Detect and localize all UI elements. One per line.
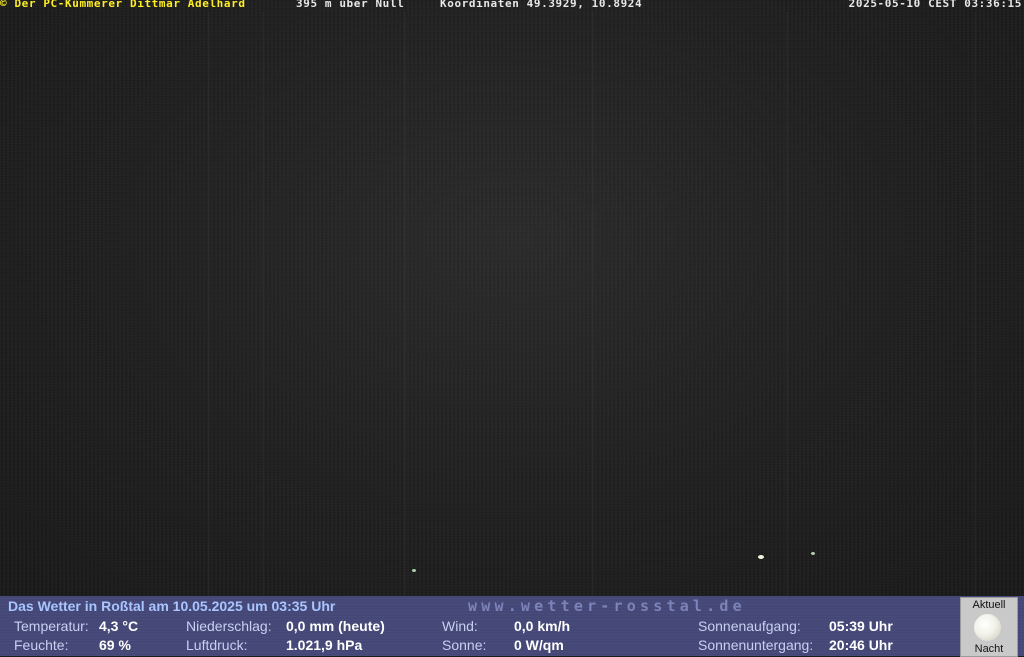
light-spot (811, 552, 815, 555)
noise-stripe (974, 12, 976, 596)
coordinates-text: Koordinaten 49.3929, 10.8924 (440, 0, 643, 10)
light-spot (412, 569, 416, 572)
pressure-label: Luftdruck: (186, 637, 248, 653)
altitude-text: 395 m über Null (296, 0, 405, 10)
moon-icon (974, 614, 1001, 641)
webcam-image (0, 0, 1024, 596)
sunset-value: 20:46 Uhr (829, 637, 893, 653)
sun-value: 0 W/qm (514, 637, 564, 653)
precipitation-label: Niederschlag: (186, 618, 272, 634)
sun-label: Sonne: (442, 637, 487, 653)
precipitation-value: 0,0 mm (heute) (286, 618, 385, 634)
timestamp-text: 2025-05-10 CEST 03:36:15 (848, 0, 1022, 10)
temperature-label: Temperatur: (14, 618, 89, 634)
copyright-text: © Der PC-Kümmerer Dittmar Adelhard (0, 0, 246, 10)
moon-phase-box: Aktuell Nacht (960, 597, 1018, 657)
moon-top-label: Aktuell (972, 599, 1006, 611)
sunset-label: Sonnenuntergang: (698, 637, 814, 653)
website-url[interactable]: www.wetter-rosstal.de (468, 597, 746, 615)
weather-bar: Das Wetter in Roßtal am 10.05.2025 um 03… (0, 596, 1024, 657)
moon-bottom-label: Nacht (974, 643, 1004, 655)
sunrise-label: Sonnenaufgang: (698, 618, 801, 634)
noise-stripe (592, 12, 594, 596)
noise-stripe (208, 12, 210, 596)
noise-stripe (404, 12, 406, 596)
webcam-overlay: © Der PC-Kümmerer Dittmar Adelhard 395 m… (0, 0, 1024, 12)
pressure-value: 1.021,9 hPa (286, 637, 363, 653)
sunrise-value: 05:39 Uhr (829, 618, 893, 634)
weather-title: Das Wetter in Roßtal am 10.05.2025 um 03… (8, 598, 336, 614)
wind-value: 0,0 km/h (514, 618, 571, 634)
humidity-label: Feuchte: (14, 637, 69, 653)
noise-stripe (786, 12, 788, 596)
noise-stripe (262, 12, 264, 596)
wind-label: Wind: (442, 618, 478, 634)
light-spot (758, 555, 764, 559)
humidity-value: 69 % (99, 637, 131, 653)
temperature-value: 4,3 °C (99, 618, 139, 634)
